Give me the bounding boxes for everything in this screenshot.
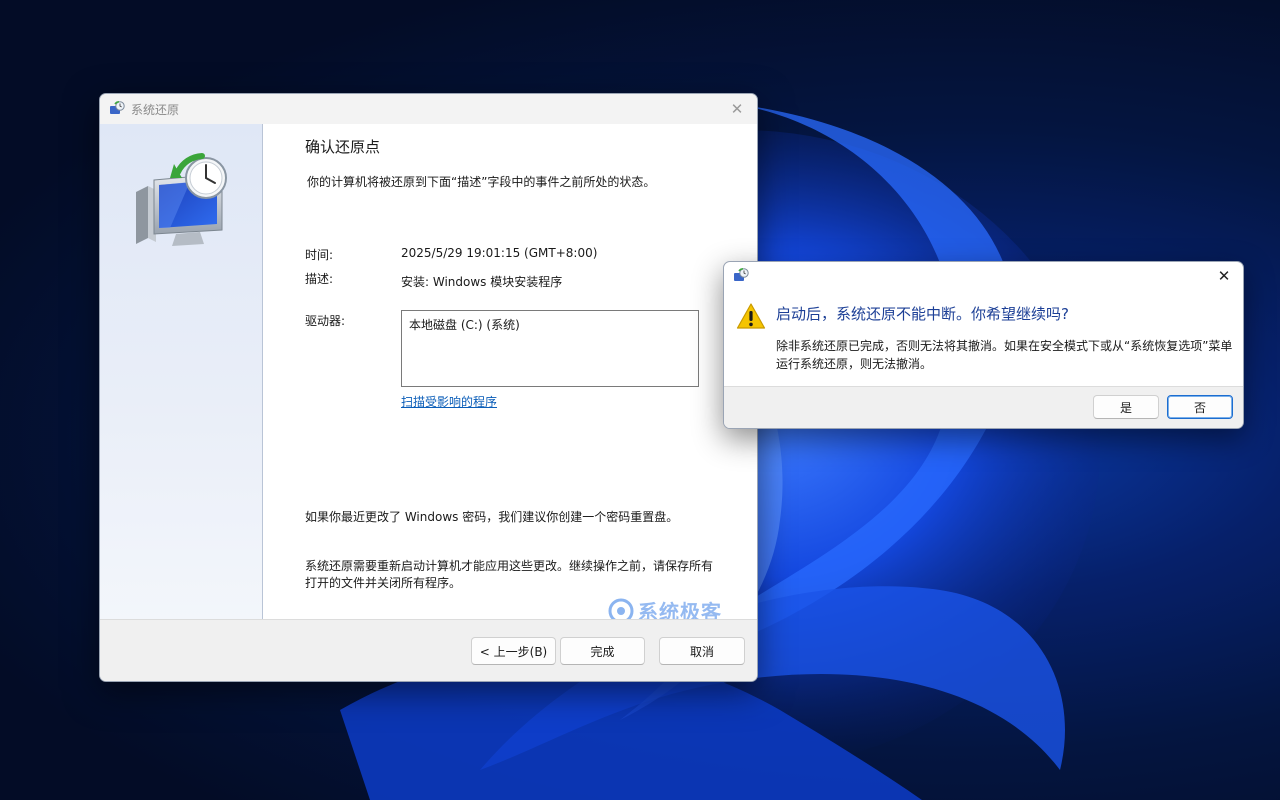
window-title: 系统还原: [131, 102, 180, 117]
drive-list-item[interactable]: 本地磁盘 (C:) (系统): [409, 316, 691, 333]
dialog-close-button[interactable]: ✕: [1211, 264, 1237, 288]
cancel-button[interactable]: 取消: [659, 637, 745, 665]
system-restore-icon: [734, 268, 749, 281]
warning-icon: [736, 303, 766, 329]
page-subtitle: 你的计算机将被还原到下面“描述”字段中的事件之前所处的状态。: [307, 175, 656, 189]
description-value: 安装: Windows 模块安装程序: [401, 275, 563, 289]
title-bar[interactable]: 系统还原 ✕: [100, 94, 757, 124]
finish-button[interactable]: 完成: [560, 637, 645, 665]
system-restore-icon: [136, 153, 227, 246]
description-label: 描述:: [305, 272, 334, 286]
back-button[interactable]: < 上一步(B): [471, 637, 556, 665]
restart-note-line-1: 系统还原需要重新启动计算机才能应用这些更改。继续操作之前，请保存所有: [305, 559, 714, 573]
close-icon: ✕: [1217, 267, 1231, 285]
system-restore-window: 系统还原 ✕ 确认还原点 你的计算机将被还原到下面“描述”字段中的事件之前所处的…: [99, 93, 758, 682]
close-button[interactable]: ✕: [723, 96, 751, 122]
wizard-footer: < 上一步(B) 完成 取消: [100, 619, 757, 681]
time-value: 2025/5/29 19:01:15 (GMT+8:00): [401, 246, 598, 260]
dialog-message-line-2: 运行系统还原，则无法撤消。: [776, 357, 933, 371]
drive-list[interactable]: 本地磁盘 (C:) (系统): [401, 310, 699, 387]
dialog-footer: 是 否: [724, 386, 1243, 428]
drive-label: 驱动器:: [305, 314, 346, 328]
dialog-title-bar[interactable]: ✕: [724, 262, 1243, 290]
close-icon: ✕: [730, 100, 744, 118]
system-restore-icon: [110, 101, 125, 114]
no-button[interactable]: 否: [1167, 395, 1233, 419]
restart-note: 系统还原需要重新启动计算机才能应用这些更改。继续操作之前，请保存所有 打开的文件…: [305, 558, 725, 592]
yes-button[interactable]: 是: [1093, 395, 1159, 419]
time-label: 时间:: [305, 248, 334, 262]
wizard-side-panel: [100, 124, 263, 621]
scan-affected-programs-link[interactable]: 扫描受影响的程序: [401, 393, 497, 410]
dialog-message: 除非系统还原已完成，否则无法将其撤消。如果在安全模式下或从“系统恢复选项”菜单 …: [776, 337, 1236, 373]
password-note: 如果你最近更改了 Windows 密码，我们建议你创建一个密码重置盘。: [305, 510, 679, 524]
dialog-heading: 启动后，系统还原不能中断。你希望继续吗?: [776, 305, 1069, 323]
wizard-content: 确认还原点 你的计算机将被还原到下面“描述”字段中的事件之前所处的状态。 时间:…: [263, 124, 757, 624]
confirm-dialog: ✕ 启动后，系统还原不能中断。你希望继续吗? 除非系统还原已完成，否则无法将其撤…: [723, 261, 1244, 429]
dialog-message-line-1: 除非系统还原已完成，否则无法将其撤消。如果在安全模式下或从“系统恢复选项”菜单: [776, 339, 1233, 353]
restart-note-line-2: 打开的文件并关闭所有程序。: [305, 576, 462, 590]
page-title: 确认还原点: [305, 138, 381, 156]
